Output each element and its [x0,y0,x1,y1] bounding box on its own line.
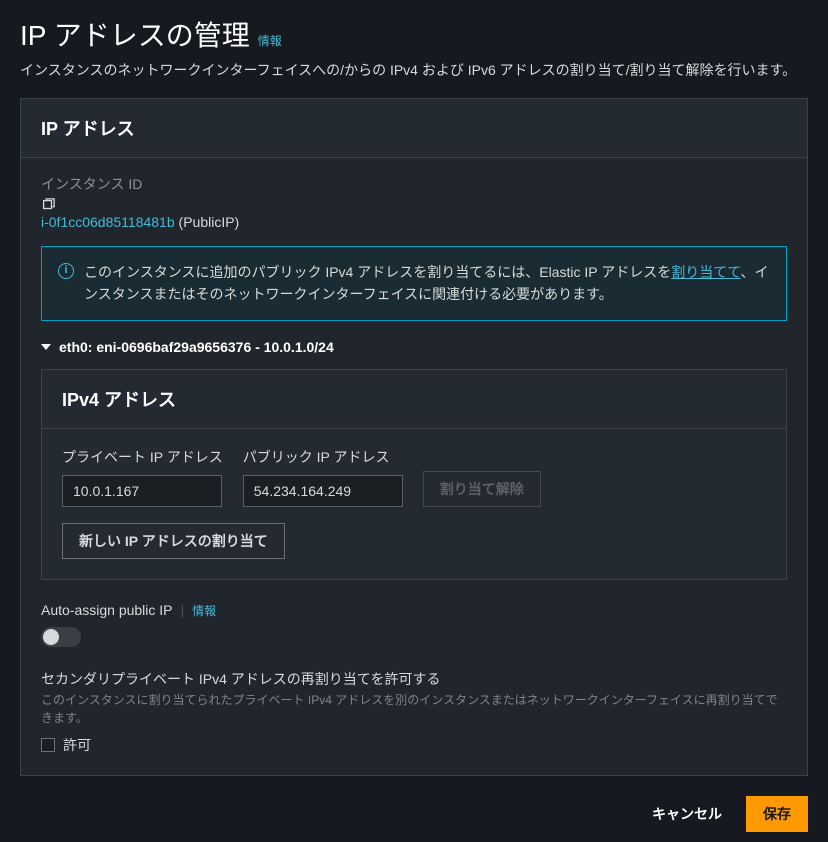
banner-text-before: このインスタンスに追加のパブリック IPv4 アドレスを割り当てるには、Elas… [84,264,671,280]
secondary-reassign-title: セカンダリプライベート IPv4 アドレスの再割り当てを許可する [41,669,787,689]
caret-down-icon [41,344,51,350]
eni-toggle[interactable]: eth0: eni-0696baf29a9656376 - 10.0.1.0/2… [41,339,787,355]
cancel-button[interactable]: キャンセル [640,796,734,832]
allow-checkbox-label: 許可 [63,735,91,755]
assign-new-ip-button[interactable]: 新しい IP アドレスの割り当て [62,523,285,559]
public-ip-input[interactable] [243,475,403,507]
allow-checkbox[interactable] [41,738,55,752]
copy-icon[interactable] [41,198,55,212]
save-button[interactable]: 保存 [746,796,808,832]
secondary-reassign-helper: このインスタンスに割り当てられたプライベート IPv4 アドレスを別のインスタン… [41,691,787,727]
auto-assign-toggle[interactable] [41,627,81,647]
auto-assign-info-link[interactable]: 情報 [192,602,216,619]
eni-label: eth0: eni-0696baf29a9656376 - 10.0.1.0/2… [59,339,334,355]
info-link[interactable]: 情報 [258,32,282,49]
ipv4-section-title: IPv4 アドレス [42,370,786,429]
instance-name: (PublicIP) [175,214,240,230]
private-ip-input[interactable] [62,475,222,507]
private-ip-label: プライベート IP アドレス [62,447,223,467]
public-ip-label: パブリック IP アドレス [243,447,403,467]
divider: | [181,602,185,618]
instance-id-link[interactable]: i-0f1cc06d85118481b [41,214,175,230]
page-description: インスタンスのネットワークインターフェイスへの/からの IPv4 および IPv… [20,60,808,80]
panel-title: IP アドレス [41,115,787,141]
ip-addresses-panel: IP アドレス インスタンス ID i-0f1cc06d85118481b (P… [20,98,808,776]
ipv4-section: IPv4 アドレス プライベート IP アドレス パブリック IP アドレス 割… [41,369,787,580]
info-icon: i [58,263,74,279]
unassign-button: 割り当て解除 [423,471,541,507]
banner-link-assign[interactable]: 割り当てて [671,264,740,280]
auto-assign-label: Auto-assign public IP [41,602,173,618]
page-title: IP アドレスの管理 [20,14,250,54]
instance-id-label: インスタンス ID [41,174,787,194]
info-banner: i このインスタンスに追加のパブリック IPv4 アドレスを割り当てるには、El… [41,246,787,321]
